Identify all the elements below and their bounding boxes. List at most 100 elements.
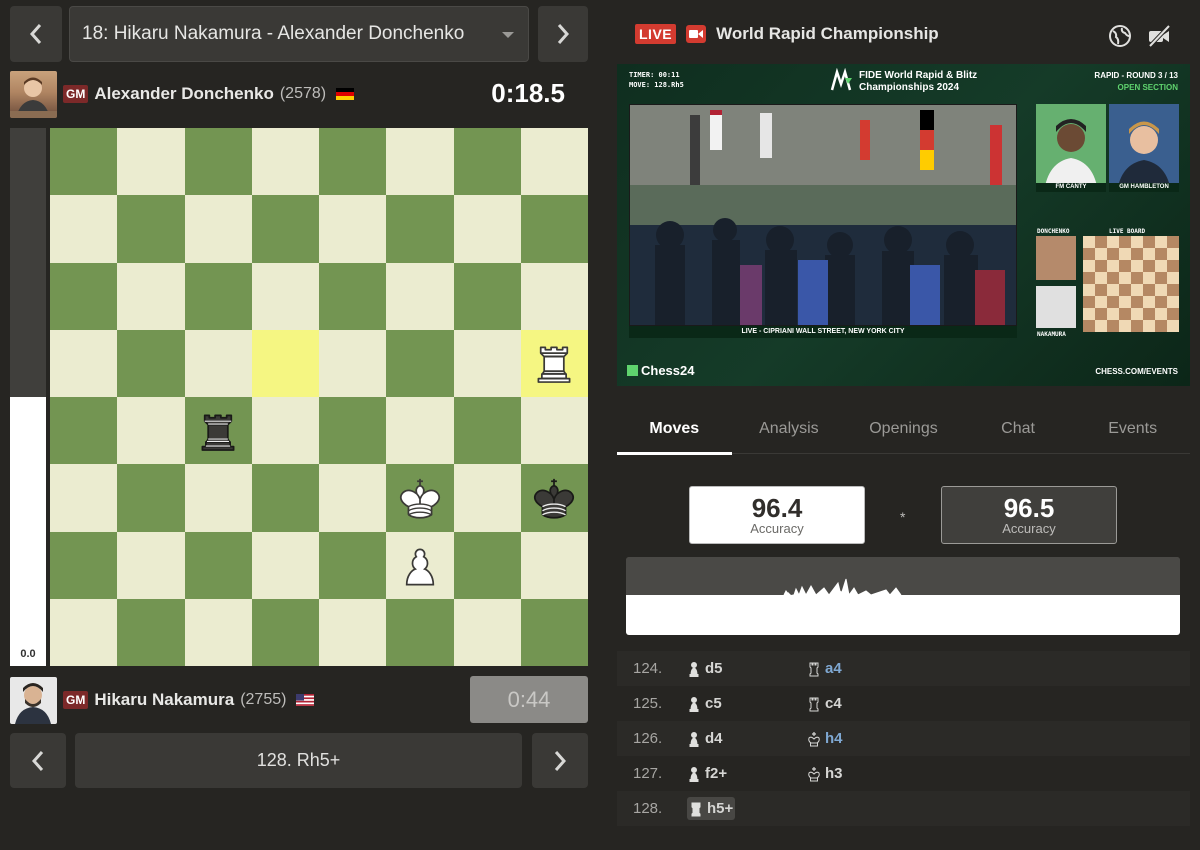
square-e2[interactable] [319,531,387,599]
square-f5[interactable] [386,329,454,397]
square-c4[interactable] [184,397,252,465]
previous-move-button[interactable] [10,733,66,788]
square-d6[interactable] [251,262,319,330]
square-g8[interactable] [453,128,521,196]
square-f8[interactable] [386,128,454,196]
tab-analysis[interactable]: Analysis [732,404,847,454]
square-f3[interactable] [386,464,454,532]
square-h5[interactable] [520,329,588,397]
square-d3[interactable] [251,464,319,532]
square-c3[interactable] [184,464,252,532]
square-b7[interactable] [117,195,185,263]
square-c8[interactable] [184,128,252,196]
white-rook-icon[interactable] [528,337,580,389]
square-b1[interactable] [117,598,185,666]
square-a2[interactable] [50,531,118,599]
square-d2[interactable] [251,531,319,599]
square-b8[interactable] [117,128,185,196]
square-a6[interactable] [50,262,118,330]
tab-events[interactable]: Events [1075,404,1190,454]
square-h3[interactable] [520,464,588,532]
white-move[interactable]: h5+ [687,797,736,820]
avatar[interactable] [10,70,57,118]
black-move[interactable]: a4 [807,660,842,677]
square-b4[interactable] [117,397,185,465]
square-e8[interactable] [319,128,387,196]
evaluation-graph[interactable] [626,557,1180,635]
square-b2[interactable] [117,531,185,599]
chess-board[interactable] [50,128,588,666]
square-g5[interactable] [453,329,521,397]
square-g3[interactable] [453,464,521,532]
white-move[interactable]: f2+ [687,765,807,782]
square-f4[interactable] [386,397,454,465]
black-rook-icon[interactable] [192,405,244,457]
player-name[interactable]: Alexander Donchenko [94,84,274,104]
video-off-icon[interactable] [1147,24,1171,48]
square-f2[interactable] [386,531,454,599]
black-move[interactable]: h4 [807,730,843,747]
square-c6[interactable] [184,262,252,330]
prev-game-button[interactable] [10,6,62,62]
square-d7[interactable] [251,195,319,263]
square-h4[interactable] [520,397,588,465]
square-d4[interactable] [251,397,319,465]
square-b3[interactable] [117,464,185,532]
white-move[interactable]: d4 [687,730,807,747]
current-move-display[interactable]: 128. Rh5+ [75,733,522,788]
square-h8[interactable] [520,128,588,196]
square-g6[interactable] [453,262,521,330]
square-e5[interactable] [319,329,387,397]
globe-icon[interactable] [1108,24,1132,48]
square-a4[interactable] [50,397,118,465]
black-move[interactable]: h3 [807,765,843,782]
square-f6[interactable] [386,262,454,330]
square-e4[interactable] [319,397,387,465]
square-e7[interactable] [319,195,387,263]
square-b5[interactable] [117,329,185,397]
black-move[interactable]: c4 [807,695,842,712]
square-h1[interactable] [520,598,588,666]
square-a1[interactable] [50,598,118,666]
square-c7[interactable] [184,195,252,263]
square-g4[interactable] [453,397,521,465]
white-king-icon[interactable] [394,472,446,524]
player-name[interactable]: Hikaru Nakamura [94,690,234,710]
square-c5[interactable] [184,329,252,397]
white-move[interactable]: d5 [687,660,807,677]
square-a8[interactable] [50,128,118,196]
square-g7[interactable] [453,195,521,263]
next-move-button[interactable] [532,733,588,788]
square-d1[interactable] [251,598,319,666]
square-a3[interactable] [50,464,118,532]
square-c1[interactable] [184,598,252,666]
video-player[interactable]: TIMER: 00:11 MOVE: 128.Rh5 FIDE World Ra… [617,64,1190,386]
tab-moves[interactable]: Moves [617,404,732,455]
tab-openings[interactable]: Openings [846,404,961,454]
square-f7[interactable] [386,195,454,263]
square-b6[interactable] [117,262,185,330]
square-d8[interactable] [251,128,319,196]
square-h2[interactable] [520,531,588,599]
white-move[interactable]: c5 [687,695,807,712]
square-a7[interactable] [50,195,118,263]
mini-board-square [1131,236,1143,248]
chess24-logo-icon [627,365,638,376]
square-e1[interactable] [319,598,387,666]
next-game-button[interactable] [538,6,588,62]
square-c2[interactable] [184,531,252,599]
game-select-dropdown[interactable]: 18: Hikaru Nakamura - Alexander Donchenk… [69,6,529,62]
square-f1[interactable] [386,598,454,666]
square-a5[interactable] [50,329,118,397]
square-h7[interactable] [520,195,588,263]
square-d5[interactable] [251,329,319,397]
square-e6[interactable] [319,262,387,330]
square-h6[interactable] [520,262,588,330]
tab-chat[interactable]: Chat [961,404,1076,454]
avatar[interactable] [10,676,57,724]
white-pawn-icon[interactable] [394,539,446,591]
square-g2[interactable] [453,531,521,599]
black-king-icon[interactable] [528,472,580,524]
square-g1[interactable] [453,598,521,666]
square-e3[interactable] [319,464,387,532]
